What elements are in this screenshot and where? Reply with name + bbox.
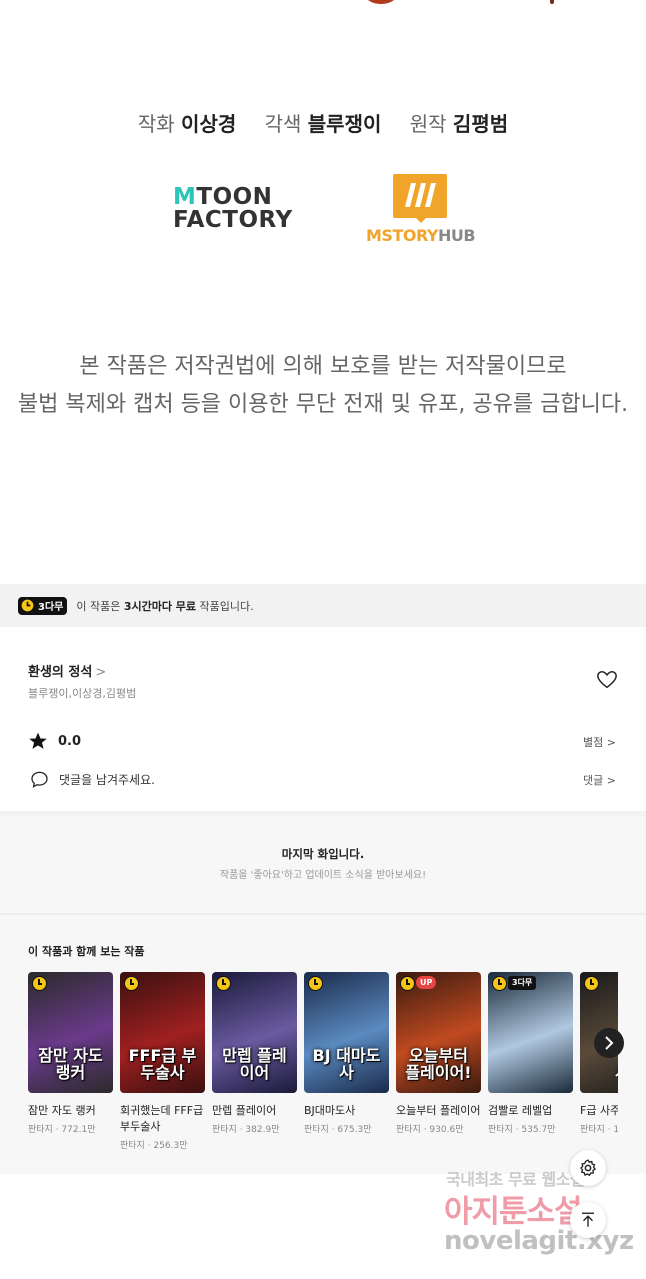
recommendation-card[interactable]: 만렙 플레이어 만렙 플레이어 판타지 · 382.9만 (212, 972, 297, 1135)
art-fragment-small (550, 0, 554, 4)
card-title: 만렙 플레이어 (212, 1104, 277, 1117)
copyright-line-2: 불법 복제와 캡처 등을 이용한 무단 전재 및 유포, 공유를 금합니다. (17, 392, 629, 417)
settings-button[interactable] (570, 1150, 606, 1186)
three-hour-free-badge: 3다무 (508, 976, 537, 990)
card-title: 검빨로 레벨업 (488, 1104, 553, 1117)
mstory-hub-logo: MSTORYHUB (366, 172, 476, 246)
free-info-text: 이 작품은 3시간마다 무료 작품입니다. (76, 599, 254, 613)
cover-title-art: 오늘부터 플레이어! (405, 1046, 472, 1082)
three-hour-free-badge: 3다무 (18, 596, 68, 615)
mtoon-factory-logo: MTOON FACTORY (173, 184, 293, 233)
card-title: BJ대마도사 (304, 1104, 356, 1117)
rate-link[interactable]: 별점 > (583, 734, 616, 750)
cover-image: UP 오늘부터 플레이어! (396, 972, 481, 1093)
card-meta: 판타지 · 256.3만 (120, 1141, 188, 1151)
cover-title-art: BJ 대마도사 (312, 1046, 381, 1082)
card-meta: 판타지 · 382.9만 (212, 1125, 280, 1135)
card-title: 오늘부터 플레이어 (396, 1104, 481, 1117)
card-meta: 판타지 · 535.7만 (488, 1125, 556, 1135)
recommendation-card[interactable]: BJ 대마도사 BJ대마도사판타지 · 675.3만 (304, 972, 389, 1135)
star-icon (29, 732, 47, 749)
card-meta: 판타지 · 675.3만 (304, 1125, 372, 1135)
heart-outline-icon[interactable] (596, 669, 618, 691)
card-title: 회귀했는데 FFF급 부두술사 (120, 1104, 204, 1133)
recommendation-card[interactable]: UP 오늘부터 플레이어! 오늘부터 플레이어판타지 · 930.6만 (396, 972, 481, 1135)
clock-badge-icon (32, 976, 47, 991)
last-episode-sub: 작품을 '좋아요'하고 업데이트 소식을 받아보세요! (219, 870, 427, 881)
art-fragment (360, 0, 402, 4)
rating-display: 0.0 (28, 731, 81, 751)
copyright-line-1: 본 작품은 저작권법에 의해 보호를 받는 저작물이므로 (79, 354, 567, 379)
chevron-right-icon: > (95, 665, 107, 680)
last-episode-heading: 마지막 화입니다. (281, 847, 365, 861)
rating-value: 0.0 (58, 733, 82, 749)
clock-badge-icon (216, 976, 231, 991)
cover-title-art: FFF급 부두술사 (128, 1046, 197, 1082)
cover-title-art: 사 (586, 1064, 618, 1081)
color-name: 블루쟁이 (307, 112, 382, 136)
color-role-label: 각색 (264, 112, 302, 136)
last-episode-notice: 마지막 화입니다. 작품을 '좋아요'하고 업데이트 소식을 받아보세요! (0, 816, 646, 913)
card-title: F급 사주 (580, 1104, 618, 1117)
cover-image: 만렙 플레이어 (212, 972, 297, 1093)
cover-image: FFF급 부두술사 (120, 972, 205, 1093)
watermark-line-2: 아지툰소설 (444, 1194, 583, 1230)
arrow-up-to-top-icon (582, 1212, 594, 1227)
card-title: 잠만 자도 랭커 (28, 1104, 96, 1117)
recommendation-card[interactable]: 3다무검빨로 레벨업판타지 · 535.7만 (488, 972, 573, 1135)
recommendation-carousel: 잠만 자도 랭커 잠만 자도 랭커 판타지 · 772.1만 FFF급 부두술사 회귀했… (28, 972, 618, 1172)
cover-title-art: 만렙 플레이어 (222, 1046, 287, 1082)
gear-icon (579, 1159, 597, 1177)
free-info-bar: 3다무 이 작품은 3시간마다 무료 작품입니다. (0, 584, 646, 627)
card-meta: 판타지 · 772.1만 (28, 1125, 96, 1135)
clock-badge-icon (492, 976, 507, 991)
comment-bubble-icon (31, 771, 48, 788)
episode-art-remnant (0, 0, 646, 10)
comment-prompt[interactable]: 댓글을 남겨주세요. (30, 770, 155, 789)
orig-role-label: 원작 (409, 112, 447, 136)
cover-title-art: 잠만 자도 랭커 (38, 1046, 103, 1082)
card-meta: 판타지 · 1 (580, 1125, 618, 1135)
work-authors: 블루쟁이,이상경,김평범 (28, 687, 137, 700)
card-meta: 판타지 · 930.6만 (396, 1125, 464, 1135)
watermark-line-3: novelagit.xyz (444, 1226, 634, 1256)
copyright-notice: 본 작품은 저작권법에 의해 보호를 받는 저작물이므로 불법 복제와 캡처 등… (0, 348, 646, 424)
clock-badge-icon (400, 976, 415, 991)
orig-name: 김평범 (452, 112, 509, 136)
chevron-right-icon (605, 1036, 614, 1050)
carousel-next-button[interactable] (594, 1028, 624, 1058)
cover-image: BJ 대마도사 (304, 972, 389, 1093)
clock-icon (20, 598, 35, 613)
recommendation-card[interactable]: FFF급 부두술사회귀했는데 FFF급 부두술사판타지 · 256.3만 (120, 972, 205, 1151)
clock-badge-icon (584, 976, 599, 991)
comments-link[interactable]: 댓글 > (583, 772, 616, 788)
scroll-top-button[interactable] (570, 1202, 606, 1238)
mstory-badge-icon (393, 174, 447, 218)
art-role-label: 작화 (137, 112, 175, 136)
art-name: 이상경 (181, 112, 237, 136)
recommendations-section: 이 작품과 함께 보는 작품 잠만 자도 랭커 잠만 자도 랭커 판타지 · 772… (0, 915, 646, 1174)
cover-image: 3다무 (488, 972, 573, 1093)
work-info-panel: 환생의 정석 > 블루쟁이,이상경,김평범 0.0 별점 > 댓글을 남겨주세요.… (0, 627, 646, 811)
clock-badge-icon (308, 976, 323, 991)
clock-badge-icon (124, 976, 139, 991)
comment-placeholder: 댓글을 남겨주세요. (59, 773, 155, 787)
work-title-link[interactable]: 환생의 정석 > (28, 661, 106, 680)
cover-image: 잠만 자도 랭커 (28, 972, 113, 1093)
recommendations-heading: 이 작품과 함께 보는 작품 (28, 945, 145, 958)
credits-line: 작화 이상경 각색 블루쟁이 원작 김평범 (0, 108, 646, 137)
recommendation-card[interactable]: 잠만 자도 랭커 잠만 자도 랭커 판타지 · 772.1만 (28, 972, 113, 1135)
up-badge: UP (416, 976, 437, 989)
